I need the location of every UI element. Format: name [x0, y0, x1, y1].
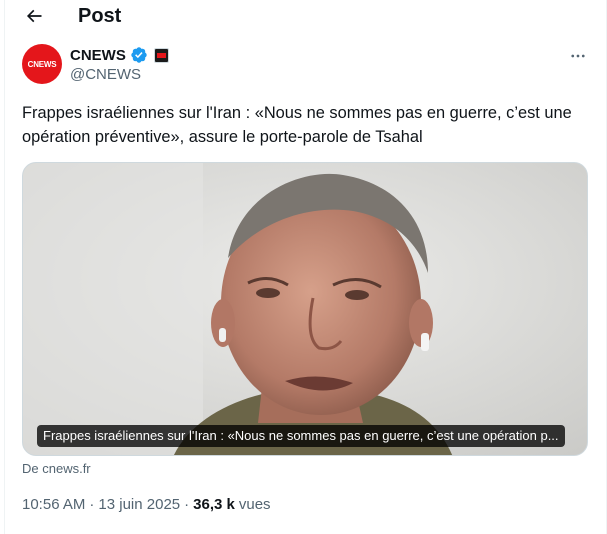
tweet-meta: 10:56 AM · 13 juin 2025 · 36,3 k vues	[22, 496, 271, 513]
meta-separator: ·	[89, 496, 95, 513]
views-count: 36,3 k	[193, 496, 235, 513]
page-title: Post	[78, 5, 122, 27]
more-button[interactable]	[565, 46, 591, 66]
header-bar: Post	[5, 0, 607, 36]
tweet-date[interactable]: 13 juin 2025	[98, 496, 180, 513]
arrow-left-icon	[26, 9, 42, 23]
video-thumbnail[interactable]: Frappes israéliennes sur l'Iran : «Nous …	[22, 162, 588, 456]
tweet-text: Frappes israéliennes sur l'Iran : «Nous …	[22, 104, 572, 146]
affiliate-badge-icon[interactable]	[153, 47, 169, 63]
more-dots-icon	[571, 54, 585, 58]
avatar-logo: CNEWS	[27, 59, 57, 69]
author-name-row: CNEWS	[70, 45, 169, 65]
author-name[interactable]: CNEWS	[70, 47, 126, 64]
video-caption: Frappes israéliennes sur l'Iran : «Nous …	[37, 425, 565, 447]
author-handle[interactable]: @CNEWS	[70, 66, 141, 83]
views-label: vues	[238, 496, 271, 513]
verified-badge-icon	[131, 47, 147, 63]
tweet-time[interactable]: 10:56 AM	[22, 496, 85, 513]
video-frame-image	[23, 163, 587, 455]
source-link[interactable]: De cnews.fr	[22, 461, 91, 476]
post-detail: Post CNEWS CNEWS @CNEWS Frappes israélie…	[4, 0, 607, 534]
avatar[interactable]: CNEWS	[22, 44, 62, 84]
meta-separator: ·	[184, 496, 190, 513]
back-button[interactable]	[21, 5, 47, 27]
